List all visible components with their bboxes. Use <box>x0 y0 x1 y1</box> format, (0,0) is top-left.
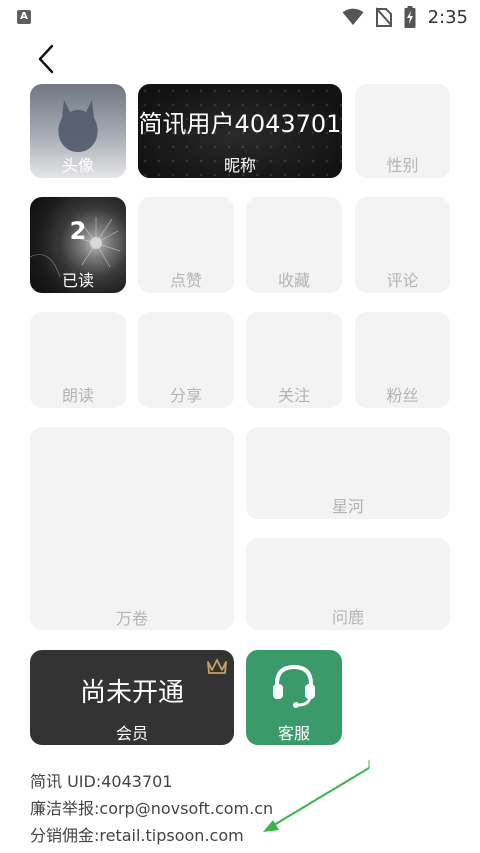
avatar-cat-icon <box>58 100 98 152</box>
read-tile[interactable]: 2 已读 <box>30 197 126 293</box>
status-icons: 2:35 <box>342 5 468 29</box>
share-tile[interactable]: 分享 <box>138 312 234 408</box>
share-label: 分享 <box>169 386 202 405</box>
fans-label: 粉丝 <box>386 386 419 405</box>
membership-label: 会员 <box>115 724 148 743</box>
report-email-text[interactable]: 廉洁举报:corp@novsoft.com.cn <box>30 795 273 819</box>
recite-label: 朗读 <box>61 386 94 405</box>
fans-tile[interactable]: 粉丝 <box>355 312 450 408</box>
battery-charging-icon <box>404 6 416 28</box>
follow-label: 关注 <box>277 386 310 405</box>
avatar-label: 头像 <box>61 156 94 175</box>
back-button[interactable] <box>32 42 60 76</box>
xinghe-label: 星河 <box>331 497 364 516</box>
nickname-value: 简讯用户4043701 <box>138 110 342 138</box>
nickname-label: 昵称 <box>223 156 256 175</box>
gender-tile[interactable]: 性别 <box>355 84 450 178</box>
wenlu-label: 问鹿 <box>331 608 364 627</box>
commission-link-text[interactable]: 分销佣金:retail.tipsoon.com <box>30 822 244 846</box>
gender-label: 性别 <box>386 156 419 175</box>
like-tile[interactable]: 点赞 <box>138 197 234 293</box>
uid-text: 简讯 UID:4043701 <box>30 772 173 791</box>
comment-tile[interactable]: 评论 <box>355 197 450 293</box>
no-sim-icon <box>375 7 392 27</box>
recite-tile[interactable]: 朗读 <box>30 312 126 408</box>
wanjuan-tile[interactable]: 万卷 <box>30 427 234 630</box>
chevron-left-icon <box>38 44 54 74</box>
status-time: 2:35 <box>427 6 468 28</box>
favorite-tile[interactable]: 收藏 <box>246 197 342 293</box>
follow-tile[interactable]: 关注 <box>246 312 342 408</box>
app-notification-icon: A <box>17 10 31 24</box>
status-bar: A 2:35 <box>0 0 480 34</box>
annotation-arrow-icon <box>263 760 370 832</box>
wifi-icon <box>342 8 364 26</box>
nickname-tile[interactable]: 简讯用户4043701 昵称 <box>138 84 342 178</box>
read-count: 2 <box>69 217 87 245</box>
xinghe-tile[interactable]: 星河 <box>246 427 450 519</box>
like-label: 点赞 <box>169 271 202 290</box>
headset-icon <box>273 664 315 708</box>
comment-label: 评论 <box>386 271 419 290</box>
wanjuan-label: 万卷 <box>115 609 148 628</box>
read-label: 已读 <box>61 271 94 290</box>
service-label: 客服 <box>277 724 310 743</box>
service-tile[interactable]: 客服 <box>246 650 342 745</box>
membership-tile[interactable]: 尚未开通 会员 <box>30 650 234 745</box>
wenlu-tile[interactable]: 问鹿 <box>246 538 450 630</box>
avatar-tile[interactable]: 头像 <box>30 84 126 178</box>
membership-status: 尚未开通 <box>79 678 184 708</box>
favorite-label: 收藏 <box>277 271 310 290</box>
